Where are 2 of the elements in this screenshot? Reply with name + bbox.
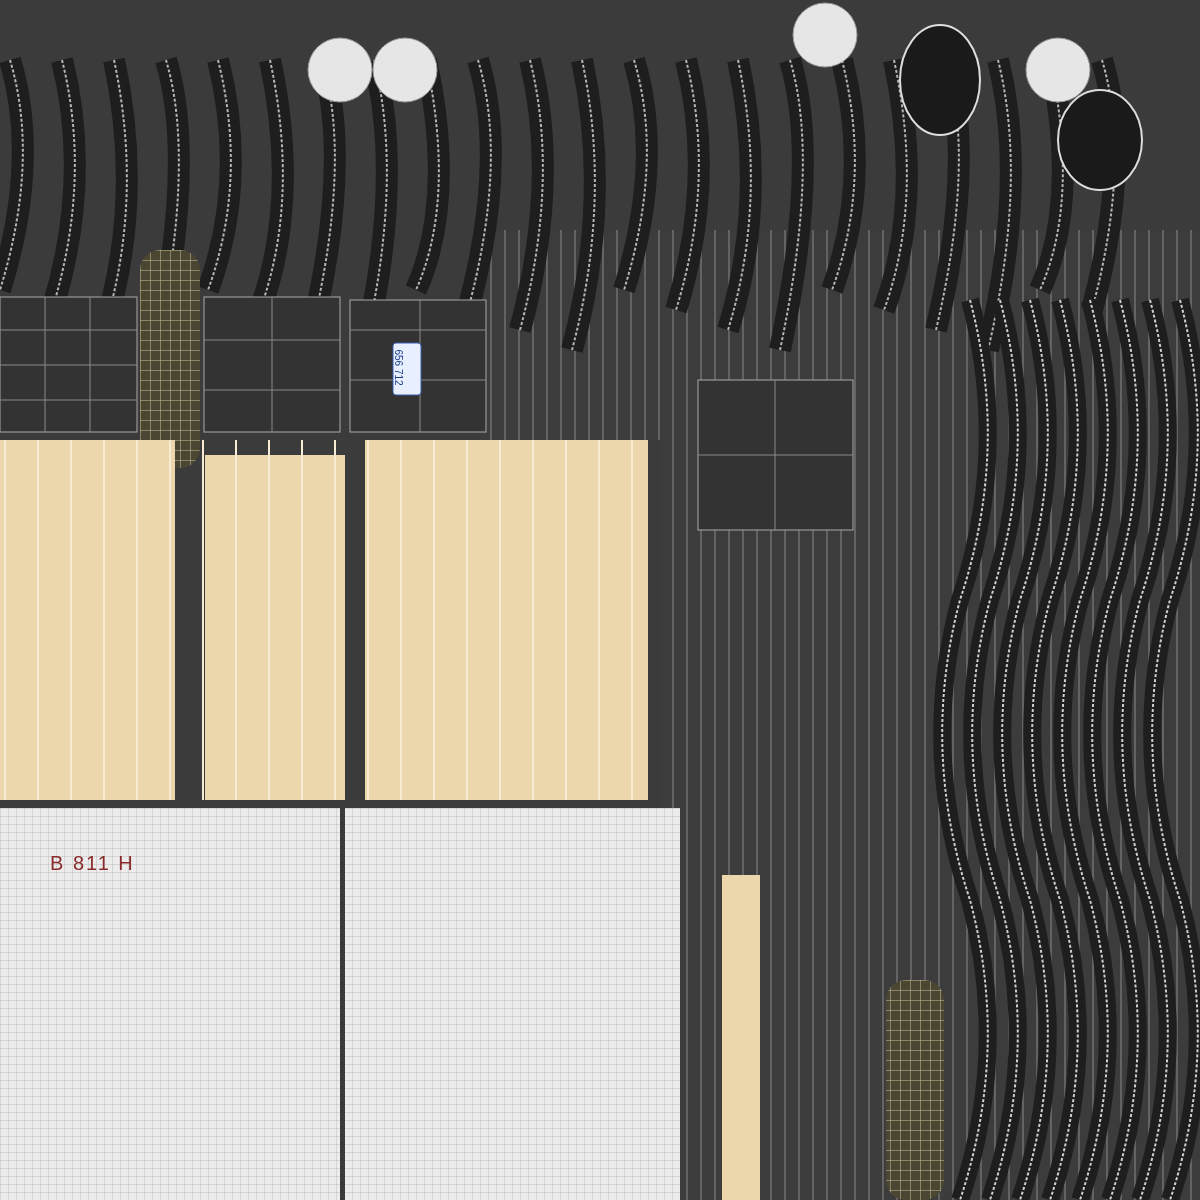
stamp-text: B 811 H: [50, 852, 135, 875]
plate-number: 656 712: [392, 349, 404, 386]
